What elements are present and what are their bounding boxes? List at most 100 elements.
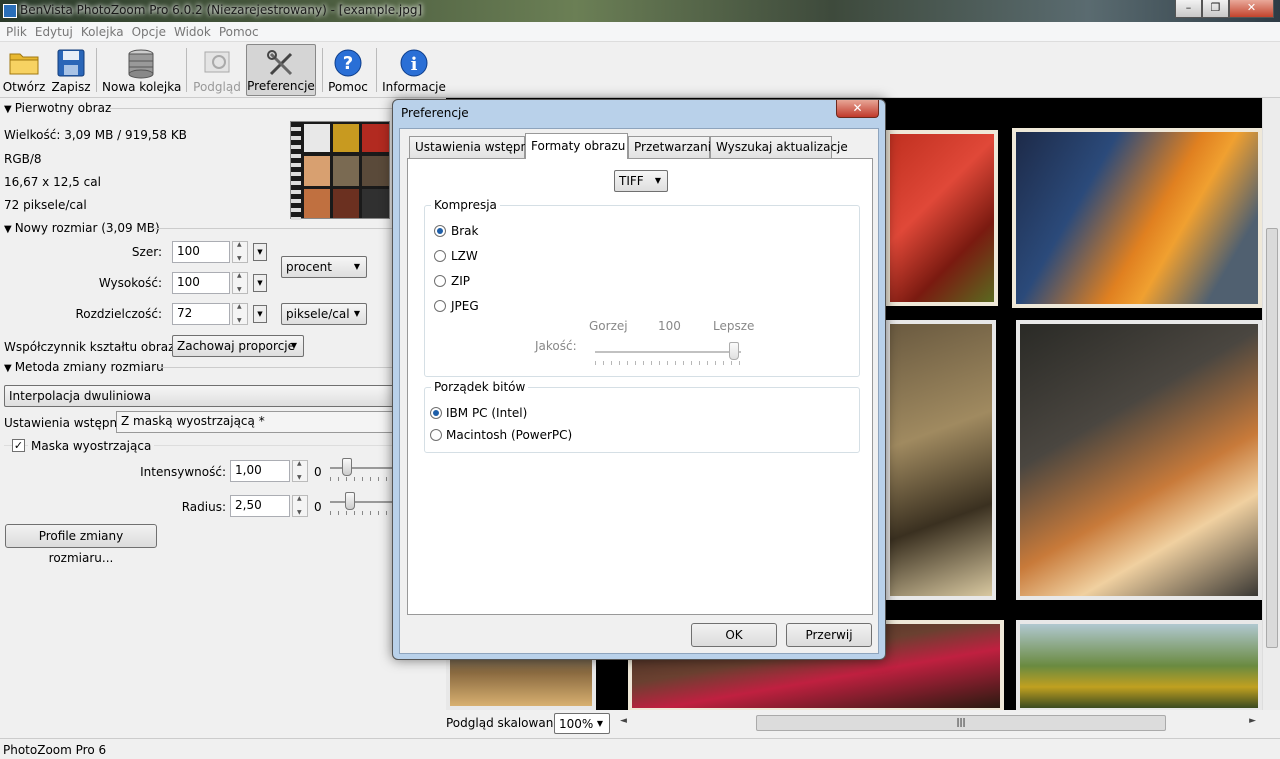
menu-widok[interactable]: Widok bbox=[170, 22, 215, 41]
section-original-image[interactable]: ▼ Pierwotny obraz bbox=[4, 101, 111, 115]
menu-opcje[interactable]: Opcje bbox=[128, 22, 170, 41]
height-link-button[interactable]: ▼ bbox=[253, 274, 267, 292]
preview-vertical-scrollbar[interactable] bbox=[1262, 98, 1280, 710]
tab-image-formats[interactable]: Formaty obrazu bbox=[525, 133, 628, 159]
radio-none[interactable] bbox=[434, 225, 446, 237]
radio-zip-label: ZIP bbox=[451, 274, 470, 288]
resolution-unit-dropdown[interactable]: piksele/cal ▼ bbox=[281, 303, 367, 325]
intensity-spinner[interactable] bbox=[292, 460, 308, 482]
preset-label: Ustawienia wstępne: bbox=[4, 416, 129, 430]
radio-zip[interactable] bbox=[434, 275, 446, 287]
width-input[interactable]: 100 bbox=[172, 241, 230, 263]
info-button[interactable]: i Informacje bbox=[382, 44, 446, 96]
preview-tile-strawberries bbox=[886, 130, 998, 306]
radio-ibm-pc[interactable] bbox=[430, 407, 442, 419]
radius-label: Radius: bbox=[181, 500, 226, 514]
width-link-button[interactable]: ▼ bbox=[253, 243, 267, 261]
open-button[interactable]: Otwórz bbox=[2, 44, 46, 96]
resolution-input[interactable]: 72 bbox=[172, 303, 230, 325]
radio-ibm-pc-label: IBM PC (Intel) bbox=[446, 406, 528, 420]
minimize-button[interactable]: – bbox=[1175, 0, 1202, 18]
intensity-input[interactable]: 1,00 bbox=[230, 460, 290, 482]
width-label: Szer: bbox=[131, 245, 162, 259]
intensity-min: 0 bbox=[314, 465, 322, 479]
dialog-close-button[interactable]: ✕ bbox=[836, 100, 879, 118]
radius-slider-thumb[interactable] bbox=[345, 492, 355, 510]
status-text: PhotoZoom Pro 6 bbox=[3, 743, 107, 757]
interpolation-dropdown[interactable]: Interpolacja dwuliniowa bbox=[4, 385, 440, 407]
help-button[interactable]: ? Pomoc bbox=[326, 44, 370, 96]
aspect-ratio-dropdown[interactable]: Zachowaj proporcje ▼ bbox=[172, 335, 304, 357]
preview-tile-frog bbox=[1016, 620, 1262, 710]
maximize-button[interactable]: ❐ bbox=[1202, 0, 1229, 18]
tab-processing[interactable]: Przetwarzanie bbox=[628, 136, 718, 158]
tab-presets[interactable]: Ustawienia wstępne bbox=[409, 136, 536, 158]
height-label: Wysokość: bbox=[98, 276, 162, 290]
menu-edytuj[interactable]: Edytuj bbox=[31, 22, 77, 41]
ok-button[interactable]: OK bbox=[691, 623, 777, 647]
resize-profiles-button[interactable]: Profile zmiany rozmiaru... bbox=[5, 524, 157, 565]
database-stack-icon bbox=[128, 49, 154, 79]
dialog-body: Ustawienia wstępne Formaty obrazu Przetw… bbox=[399, 128, 879, 654]
section-new-size[interactable]: ▼ Nowy rozmiar (3,09 MB) bbox=[4, 221, 160, 235]
menu-pomoc[interactable]: Pomoc bbox=[215, 22, 263, 41]
new-queue-button[interactable]: Nowa kolejka bbox=[102, 44, 181, 96]
scroll-right-arrow-icon[interactable]: ► bbox=[1249, 716, 1256, 726]
quality-slider-thumb[interactable] bbox=[729, 342, 739, 360]
preferences-button[interactable]: Preferencje bbox=[246, 44, 316, 96]
tab-check-updates[interactable]: Wyszukaj aktualizacje bbox=[710, 136, 848, 158]
chevron-down-icon: ▼ bbox=[654, 176, 661, 185]
format-dropdown[interactable]: TIFF ▼ bbox=[614, 170, 668, 192]
vertical-scroll-thumb[interactable] bbox=[1266, 228, 1278, 648]
window-title: BenVista PhotoZoom Pro 6.0.2 (Niezarejes… bbox=[20, 3, 423, 17]
height-input[interactable]: 100 bbox=[172, 272, 230, 294]
radio-macintosh-label: Macintosh (PowerPC) bbox=[446, 428, 573, 442]
unsharp-mask-checkbox[interactable]: ✓ bbox=[12, 439, 25, 452]
preview-button[interactable]: Podgląd bbox=[192, 44, 242, 96]
question-mark-icon: ? bbox=[334, 49, 362, 77]
resolution-spinner[interactable] bbox=[232, 303, 248, 325]
horizontal-scroll-thumb[interactable]: ||| bbox=[756, 715, 1166, 731]
size-unit-dropdown[interactable]: procent ▼ bbox=[281, 256, 367, 278]
preview-horizontal-scrollbar[interactable]: ◄ ||| ► bbox=[620, 714, 1256, 732]
status-bar: PhotoZoom Pro 6 bbox=[0, 738, 1280, 759]
scale-dropdown[interactable]: 100% ▼ bbox=[554, 713, 610, 734]
menu-kolejka[interactable]: Kolejka bbox=[77, 22, 128, 41]
menu-bar: Plik Edytuj Kolejka Opcje Widok Pomoc bbox=[0, 22, 1280, 42]
preview-tile-fish bbox=[1012, 128, 1262, 308]
radio-lzw-label: LZW bbox=[451, 249, 478, 263]
section-resize-method[interactable]: ▼ Metoda zmiany rozmiaru bbox=[4, 360, 164, 374]
radio-none-label: Brak bbox=[451, 224, 479, 238]
chevron-down-icon: ▼ bbox=[353, 309, 360, 318]
save-button[interactable]: Zapisz bbox=[50, 44, 92, 96]
scroll-left-arrow-icon[interactable]: ◄ bbox=[620, 716, 627, 726]
intensity-slider[interactable] bbox=[330, 458, 392, 481]
left-panel: ▼ Pierwotny obraz Wielkość: 3,09 MB / 919… bbox=[0, 98, 440, 738]
radio-lzw[interactable] bbox=[434, 250, 446, 262]
aspect-ratio-label: Współczynnik kształtu obrazu: bbox=[4, 340, 187, 354]
radio-macintosh[interactable] bbox=[430, 429, 442, 441]
byte-order-group: Porządek bitów IBM PC (Intel) Macintosh … bbox=[424, 380, 860, 453]
radius-slider[interactable] bbox=[330, 492, 392, 515]
collapse-triangle-icon: ▼ bbox=[4, 104, 12, 115]
app-icon bbox=[3, 4, 17, 18]
width-spinner[interactable] bbox=[232, 241, 248, 263]
toolbar: Otwórz Zapisz Nowa kolejka Podgląd Prefe… bbox=[0, 42, 1280, 98]
menu-plik[interactable]: Plik bbox=[2, 22, 31, 41]
title-bar: BenVista PhotoZoom Pro 6.0.2 (Niezarejes… bbox=[0, 0, 1280, 22]
original-dpi: 72 piksele/cal bbox=[4, 198, 87, 212]
height-spinner[interactable] bbox=[232, 272, 248, 294]
original-size: Wielkość: 3,09 MB / 919,58 KB bbox=[4, 128, 187, 142]
cancel-button[interactable]: Przerwij bbox=[786, 623, 872, 647]
resolution-link-button[interactable]: ▼ bbox=[253, 305, 267, 323]
unsharp-mask-label: Maska wyostrzająca bbox=[28, 439, 155, 453]
collapse-triangle-icon: ▼ bbox=[4, 224, 12, 235]
intensity-slider-thumb[interactable] bbox=[342, 458, 352, 476]
compression-title: Kompresja bbox=[431, 198, 500, 212]
radio-jpeg[interactable] bbox=[434, 300, 446, 312]
info-icon: i bbox=[400, 49, 428, 77]
close-window-button[interactable]: ✕ bbox=[1229, 0, 1274, 18]
quality-slider[interactable] bbox=[595, 342, 741, 365]
radius-input[interactable]: 2,50 bbox=[230, 495, 290, 517]
radius-spinner[interactable] bbox=[292, 495, 308, 517]
